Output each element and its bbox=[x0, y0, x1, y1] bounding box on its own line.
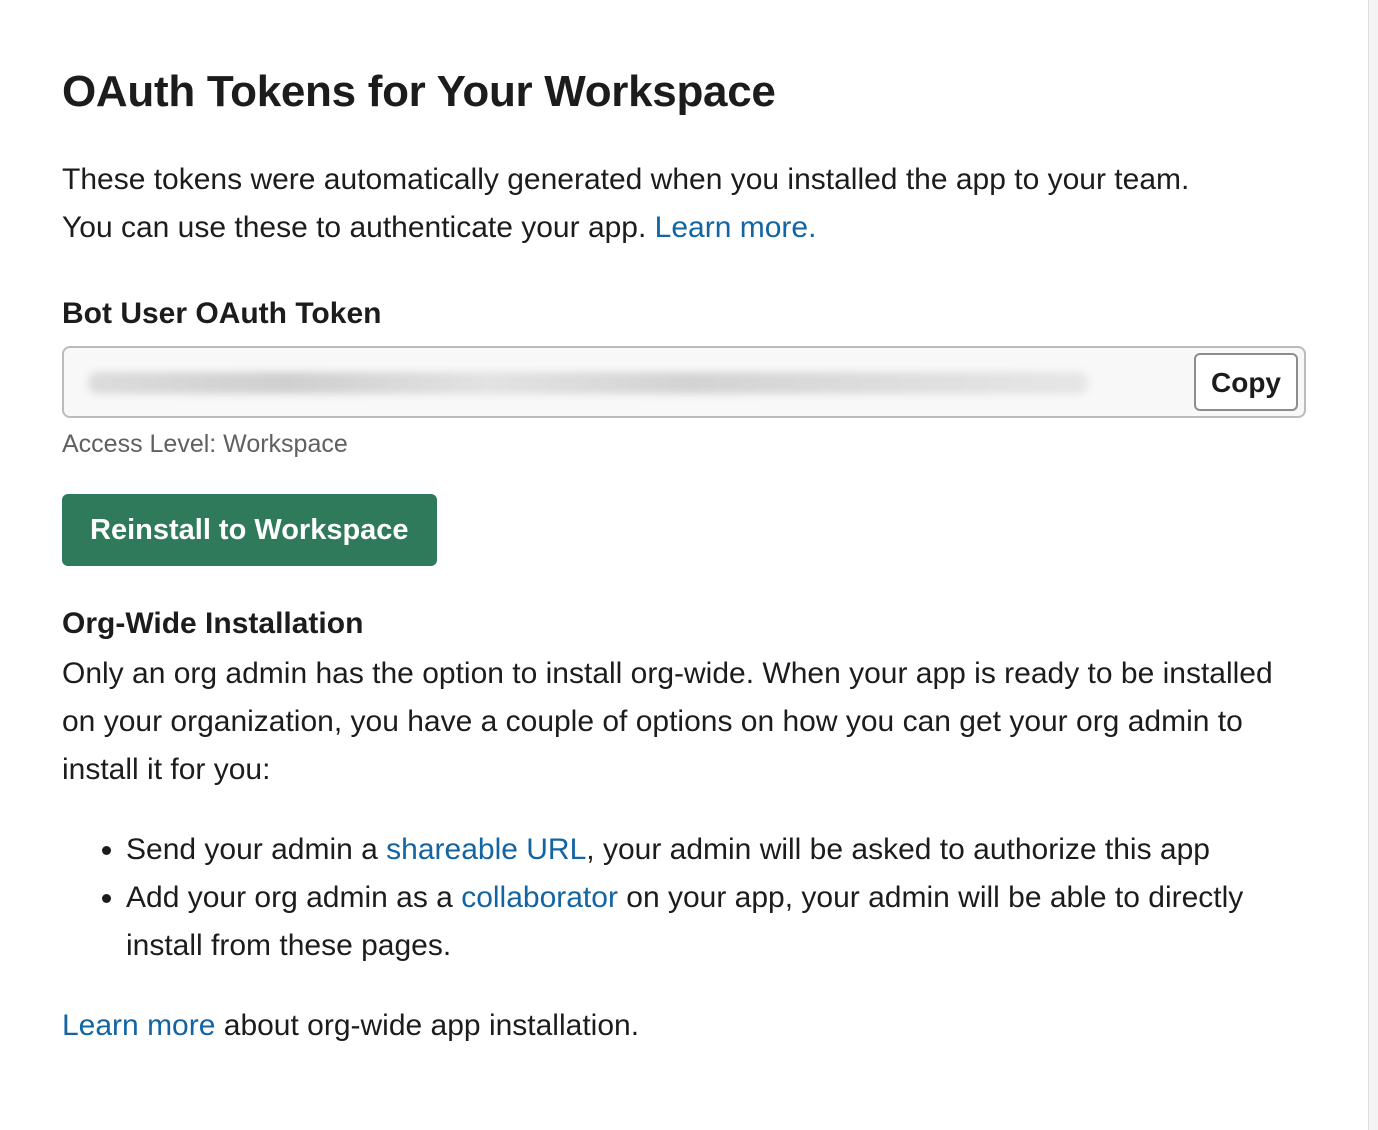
reinstall-to-workspace-button[interactable]: Reinstall to Workspace bbox=[62, 494, 437, 566]
collaborator-link[interactable]: collaborator bbox=[461, 881, 618, 914]
bullet-2-text-before: Add your org admin as a bbox=[126, 881, 462, 914]
bullet-1-text-after: , your admin will be asked to authorize … bbox=[586, 833, 1210, 866]
learn-more-link[interactable]: Learn more. bbox=[655, 211, 817, 244]
org-wide-heading: Org-Wide Installation bbox=[62, 607, 364, 640]
intro-line-2: You can use these to authenticate your a… bbox=[62, 211, 655, 244]
org-wide-description: Only an org admin has the option to inst… bbox=[62, 657, 1273, 786]
oauth-tokens-panel: OAuth Tokens for Your Workspace These to… bbox=[0, 0, 1369, 1130]
intro-line-1: These tokens were automatically generate… bbox=[62, 163, 1190, 196]
redacted-token-value bbox=[88, 372, 1088, 394]
list-item: Send your admin a shareable URL, your ad… bbox=[126, 826, 1312, 874]
access-level-text: Access Level: Workspace bbox=[62, 430, 348, 458]
list-item: Add your org admin as a collaborator on … bbox=[126, 874, 1312, 970]
bot-token-field[interactable]: Copy bbox=[62, 346, 1306, 418]
shareable-url-link[interactable]: shareable URL bbox=[386, 833, 586, 866]
panel-content: OAuth Tokens for Your Workspace These to… bbox=[62, 64, 1312, 1050]
bullet-1-text-before: Send your admin a bbox=[126, 833, 387, 866]
org-wide-options-list: Send your admin a shareable URL, your ad… bbox=[62, 826, 1312, 970]
org-wide-footer: Learn more about org-wide app installati… bbox=[62, 1002, 1312, 1050]
copy-button[interactable]: Copy bbox=[1194, 353, 1298, 411]
bot-token-label: Bot User OAuth Token bbox=[62, 297, 382, 330]
org-wide-learn-more-link[interactable]: Learn more bbox=[62, 1009, 215, 1042]
page-title: OAuth Tokens for Your Workspace bbox=[62, 67, 776, 116]
footer-text: about org-wide app installation. bbox=[215, 1009, 640, 1042]
intro-text: These tokens were automatically generate… bbox=[62, 156, 1312, 252]
